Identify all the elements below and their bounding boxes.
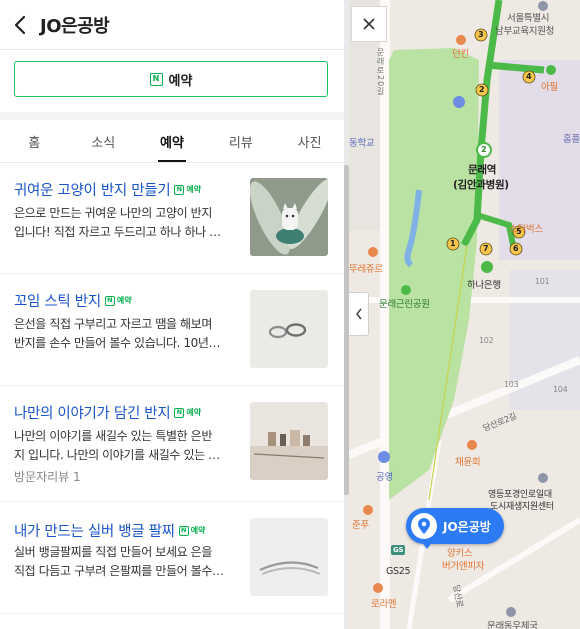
- map-label: 버거앤피자: [442, 561, 485, 572]
- item-thumbnail[interactable]: [250, 290, 328, 368]
- tab-reservation[interactable]: 예약: [138, 120, 207, 162]
- item-thumbnail[interactable]: [250, 518, 328, 596]
- map-label: 로라멘: [371, 599, 397, 610]
- map-label: 도시재생지원센터: [490, 502, 554, 512]
- place-panel: JO은공방 N 예약 홈 소식 예약 리뷰 사진 귀여운 고양이 반지 만들기 …: [0, 0, 344, 629]
- station-sub-label: (김안과병원): [453, 179, 509, 191]
- list-item[interactable]: 꼬임 스틱 반지 N 예약 은선을 직접 구부리고 자르고 땜을 해보며 반지를…: [0, 274, 344, 386]
- map-label: 던킨: [452, 49, 469, 60]
- page-title: JO은공방: [40, 15, 110, 37]
- item-description: 은으로 만드는 귀여운 나만의 고양이 반지 입니다! 직접 자르고 두드리고 …: [14, 206, 221, 239]
- place-marker-tail: [420, 540, 434, 549]
- place-marker[interactable]: JO은공방: [406, 508, 504, 544]
- building-number: 101: [535, 277, 550, 286]
- back-arrow-icon: [14, 15, 26, 34]
- tab-home[interactable]: 홈: [0, 120, 69, 162]
- map-label: 아필: [541, 82, 558, 93]
- item-thumbnail[interactable]: [250, 178, 328, 256]
- item-thumbnail[interactable]: [250, 402, 328, 480]
- map-label: 양키스: [447, 548, 473, 559]
- close-map-button[interactable]: [351, 6, 387, 42]
- visitor-review-count[interactable]: 방문자리뷰 1: [14, 468, 81, 485]
- subway-exit-3: 3: [478, 30, 484, 39]
- location-pin-icon: [411, 513, 437, 539]
- section-divider: [0, 112, 344, 120]
- item-description: 은선을 직접 구부리고 자르고 땜을 해보며 반지를 손수 만들어 볼수 있습니…: [14, 317, 221, 350]
- reservation-list: 귀여운 고양이 반지 만들기 N 예약 은으로 만드는 귀여운 나만의 고양이 …: [0, 163, 344, 614]
- header: JO은공방: [0, 0, 344, 50]
- building-number: 103: [504, 380, 519, 389]
- naver-n-icon: N: [104, 295, 115, 306]
- map-label: 스타벅스: [509, 224, 543, 235]
- tab-photo[interactable]: 사진: [275, 120, 344, 162]
- subway-exit-2: 2: [479, 85, 485, 94]
- map-label: 홈플: [563, 134, 580, 145]
- list-item[interactable]: 귀여운 고양이 반지 만들기 N 예약 은으로 만드는 귀여운 나만의 고양이 …: [0, 163, 344, 274]
- list-item[interactable]: 내가 만드는 실버 뱅글 팔찌 N 예약 실버 뱅글팔찌를 직접 만들어 보세요…: [0, 502, 344, 614]
- naver-n-icon: N: [174, 407, 185, 418]
- map-label: 공영: [376, 472, 393, 483]
- reserve-badge: N 예약: [174, 184, 201, 195]
- subway-exit-1: 1: [450, 239, 456, 248]
- item-description: 실버 뱅글팔찌를 직접 만들어 보세요 은을 직접 다듬고 구부려 은팔찌를 만…: [14, 545, 224, 578]
- reserve-button-label: 예약: [168, 73, 193, 89]
- map-label: 하나은행: [467, 280, 501, 291]
- reserve-badge: N 예약: [178, 525, 205, 536]
- building-number: 102: [479, 336, 494, 345]
- building-number: 104: [553, 385, 568, 394]
- map-label: 채윤희: [455, 457, 481, 468]
- reserve-button[interactable]: N 예약: [14, 61, 328, 97]
- map-label: 서울특별시: [507, 13, 550, 24]
- tab-bar: 홈 소식 예약 리뷰 사진: [0, 120, 344, 163]
- naver-n-icon: N: [149, 72, 163, 86]
- close-icon: [363, 18, 375, 30]
- reserve-badge: N 예약: [174, 407, 201, 418]
- naver-n-icon: N: [174, 184, 185, 195]
- map-label: 동학교: [349, 138, 375, 149]
- item-description: 나만의 이야기를 새길수 있는 특별한 은반 지 입니다. 나만의 이야기를 새…: [14, 429, 220, 462]
- map-label: 뚜레쥬르: [349, 264, 383, 275]
- collapse-panel-button[interactable]: [349, 292, 369, 336]
- gs25-icon: GS: [391, 545, 406, 555]
- subway-exit-7: 7: [483, 244, 489, 253]
- map-label: 준푸: [352, 520, 369, 531]
- subway-exit-4: 4: [526, 72, 532, 81]
- map-road-label: 문래로20길: [376, 48, 385, 97]
- subway-exit-5: 5: [516, 227, 522, 236]
- tab-review[interactable]: 리뷰: [206, 120, 275, 162]
- item-title[interactable]: 귀여운 고양이 반지 만들기: [14, 179, 171, 200]
- map-label: 문래근린공원: [379, 299, 430, 310]
- item-title[interactable]: 내가 만드는 실버 뱅글 팔찌: [14, 520, 175, 541]
- chevron-left-icon: [355, 308, 362, 320]
- naver-n-icon: N: [178, 525, 189, 536]
- map-label: GS25: [386, 566, 411, 577]
- back-button[interactable]: [0, 0, 40, 50]
- place-marker-label: JO은공방: [443, 519, 491, 534]
- subway-line-number: 2: [481, 145, 487, 154]
- subway-exit-6: 6: [513, 244, 519, 253]
- list-item[interactable]: 나만의 이야기가 담긴 반지 N 예약 나만의 이야기를 새길수 있는 특별한 …: [0, 386, 344, 502]
- item-title[interactable]: 꼬임 스틱 반지: [14, 290, 101, 311]
- map-label: 문래동우체국: [487, 621, 538, 629]
- station-label[interactable]: 문래역: [468, 162, 496, 177]
- reserve-badge: N 예약: [104, 295, 132, 306]
- tab-news[interactable]: 소식: [69, 120, 138, 162]
- map-label: 남부교육지원청: [495, 26, 555, 37]
- item-title[interactable]: 나만의 이야기가 담긴 반지: [14, 402, 171, 423]
